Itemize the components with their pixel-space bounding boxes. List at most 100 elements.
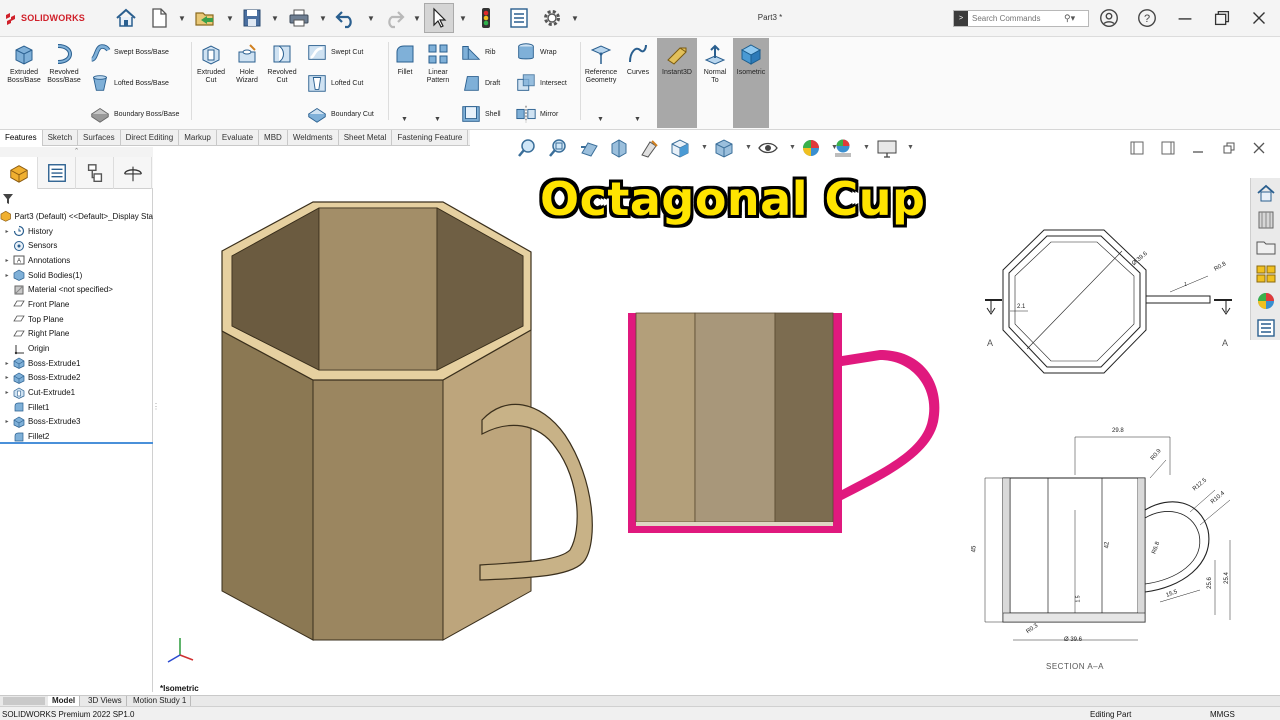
rebuild-button[interactable] [471, 3, 501, 33]
solidworks-resources-tab[interactable] [1254, 181, 1278, 205]
shell-button[interactable]: Shell [460, 103, 501, 125]
split-view-left-icon[interactable] [1129, 140, 1145, 156]
save-button[interactable] [237, 3, 267, 33]
hide-show-items-button[interactable] [757, 136, 779, 160]
panel-grip[interactable]: ⌃ [0, 147, 153, 157]
reference-geometry-button[interactable]: Reference Geometry [582, 42, 620, 85]
fillet-dropdown-caret[interactable]: ▼ [401, 116, 408, 123]
filter-icon[interactable] [3, 194, 13, 204]
hide-show-caret[interactable]: ▼ [789, 144, 796, 151]
apply-scene-button[interactable] [832, 136, 854, 160]
redo-dropdown-caret[interactable]: ▼ [413, 14, 421, 23]
expand-arrow-icon[interactable]: ▸ [3, 257, 11, 264]
home-button[interactable] [111, 3, 141, 33]
tab-weldments[interactable]: Weldments [288, 130, 339, 146]
undo-button[interactable] [331, 3, 361, 33]
tree-item-cut-extrude1[interactable]: ▸ Cut-Extrude1 [0, 385, 153, 400]
extruded-boss-button[interactable]: Extruded Boss/Base [5, 42, 43, 85]
new-dropdown-caret[interactable]: ▼ [178, 14, 186, 23]
fillet-button[interactable]: Fillet [392, 42, 418, 77]
feature-manager-tab[interactable] [0, 157, 38, 189]
swept-cut-button[interactable]: Swept Cut [306, 41, 363, 63]
tab-features[interactable]: Features [0, 130, 43, 146]
solidworks-logo[interactable]: SOLIDWORKS [4, 11, 85, 25]
close-button[interactable] [1247, 6, 1271, 30]
account-button[interactable] [1097, 6, 1121, 30]
view-orientation-button[interactable] [669, 136, 691, 160]
tab-sheet-metal[interactable]: Sheet Metal [339, 130, 393, 146]
tree-root-part[interactable]: Part3 (Default) <<Default>_Display Sta [0, 209, 153, 224]
status-units[interactable]: MMGS [1210, 710, 1235, 719]
options-button[interactable] [537, 3, 567, 33]
panel-resize-handle[interactable]: ⋮ [152, 402, 160, 416]
tab-sketch[interactable]: Sketch [43, 130, 79, 146]
redo-button[interactable] [379, 3, 409, 33]
tab-fastening-feature[interactable]: Fastening Feature [392, 130, 469, 146]
viewport-minimize-icon[interactable] [1190, 140, 1206, 156]
display-style-button[interactable] [713, 136, 735, 160]
linear-pattern-button[interactable]: Linear Pattern [423, 42, 453, 85]
select-dropdown-caret[interactable]: ▼ [459, 14, 467, 23]
revolved-boss-button[interactable]: Revolved Boss/Base [45, 42, 83, 85]
zoom-to-fit-button[interactable] [516, 136, 538, 160]
tab-surfaces[interactable]: Surfaces [78, 130, 121, 146]
tree-item-boss-extrude1[interactable]: ▸ Boss-Extrude1 [0, 356, 153, 371]
undo-dropdown-caret[interactable]: ▼ [367, 14, 375, 23]
rib-button[interactable]: Rib [460, 41, 496, 63]
wrap-button[interactable]: Wrap [515, 41, 557, 63]
file-properties-button[interactable] [504, 3, 534, 33]
boundary-boss-button[interactable]: Boundary Boss/Base [89, 103, 179, 125]
print-dropdown-caret[interactable]: ▼ [319, 14, 327, 23]
lofted-cut-button[interactable]: Lofted Cut [306, 72, 363, 94]
tree-item-material-not-specified[interactable]: Material <not specified> [0, 282, 153, 297]
curves-dropdown-caret[interactable]: ▼ [634, 116, 641, 123]
display-style-caret[interactable]: ▼ [745, 144, 752, 151]
normal-to-button[interactable]: Normal To [699, 42, 731, 85]
tab-mbd[interactable]: MBD [259, 130, 288, 146]
custom-properties-tab[interactable] [1254, 316, 1278, 340]
tree-item-solid-bodies-1[interactable]: ▸ Solid Bodies(1) [0, 268, 153, 283]
intersect-button[interactable]: Intersect [515, 72, 567, 94]
boundary-cut-button[interactable]: Boundary Cut [306, 103, 374, 125]
expand-arrow-icon[interactable]: ▸ [3, 418, 11, 425]
reference-geometry-dropdown-caret[interactable]: ▼ [597, 116, 604, 123]
save-dropdown-caret[interactable]: ▼ [271, 14, 279, 23]
tab-evaluate[interactable]: Evaluate [217, 130, 260, 146]
tree-item-boss-extrude3[interactable]: ▸ Boss-Extrude3 [0, 415, 153, 430]
curves-button[interactable]: Curves [622, 42, 654, 77]
view-settings-caret[interactable]: ▼ [907, 144, 914, 151]
viewport-restore-icon[interactable] [1221, 140, 1237, 156]
search-input[interactable] [972, 14, 1062, 23]
expand-arrow-icon[interactable]: ▸ [3, 389, 11, 396]
tab-direct-editing[interactable]: Direct Editing [121, 130, 180, 146]
new-document-button[interactable] [144, 3, 174, 33]
dynamic-annotation-button[interactable] [638, 136, 660, 160]
tree-item-front-plane[interactable]: Front Plane [0, 297, 153, 312]
tree-item-right-plane[interactable]: Right Plane [0, 327, 153, 342]
lofted-boss-button[interactable]: Lofted Boss/Base [89, 72, 169, 94]
view-palette-tab[interactable] [1254, 262, 1278, 286]
viewport-close-icon[interactable] [1251, 140, 1267, 156]
view-orientation-caret[interactable]: ▼ [701, 144, 708, 151]
linear-pattern-dropdown-caret[interactable]: ▼ [434, 116, 441, 123]
revolved-cut-button[interactable]: Revolved Cut [265, 42, 299, 85]
file-explorer-tab[interactable] [1254, 235, 1278, 259]
draft-button[interactable]: Draft [460, 72, 500, 94]
expand-arrow-icon[interactable]: ▸ [3, 228, 11, 235]
dimxpert-manager-tab[interactable] [114, 157, 152, 189]
view-settings-button[interactable] [876, 136, 898, 160]
help-button[interactable]: ? [1135, 6, 1159, 30]
previous-view-button[interactable] [578, 136, 600, 160]
expand-arrow-icon[interactable]: ▸ [3, 360, 11, 367]
select-button[interactable] [424, 3, 454, 33]
edit-appearance-button[interactable] [800, 136, 822, 160]
split-view-right-icon[interactable] [1160, 140, 1176, 156]
instant3d-toggle[interactable]: Instant3D [657, 38, 697, 128]
swept-boss-button[interactable]: Swept Boss/Base [89, 41, 169, 63]
tree-item-sensors[interactable]: Sensors [0, 238, 153, 253]
options-dropdown-caret[interactable]: ▼ [571, 14, 579, 23]
hole-wizard-button[interactable]: Hole Wizard [230, 42, 264, 85]
configuration-manager-tab[interactable] [76, 157, 114, 189]
minimize-button[interactable] [1173, 6, 1197, 30]
search-commands[interactable]: > ⚲▾ [953, 10, 1089, 27]
